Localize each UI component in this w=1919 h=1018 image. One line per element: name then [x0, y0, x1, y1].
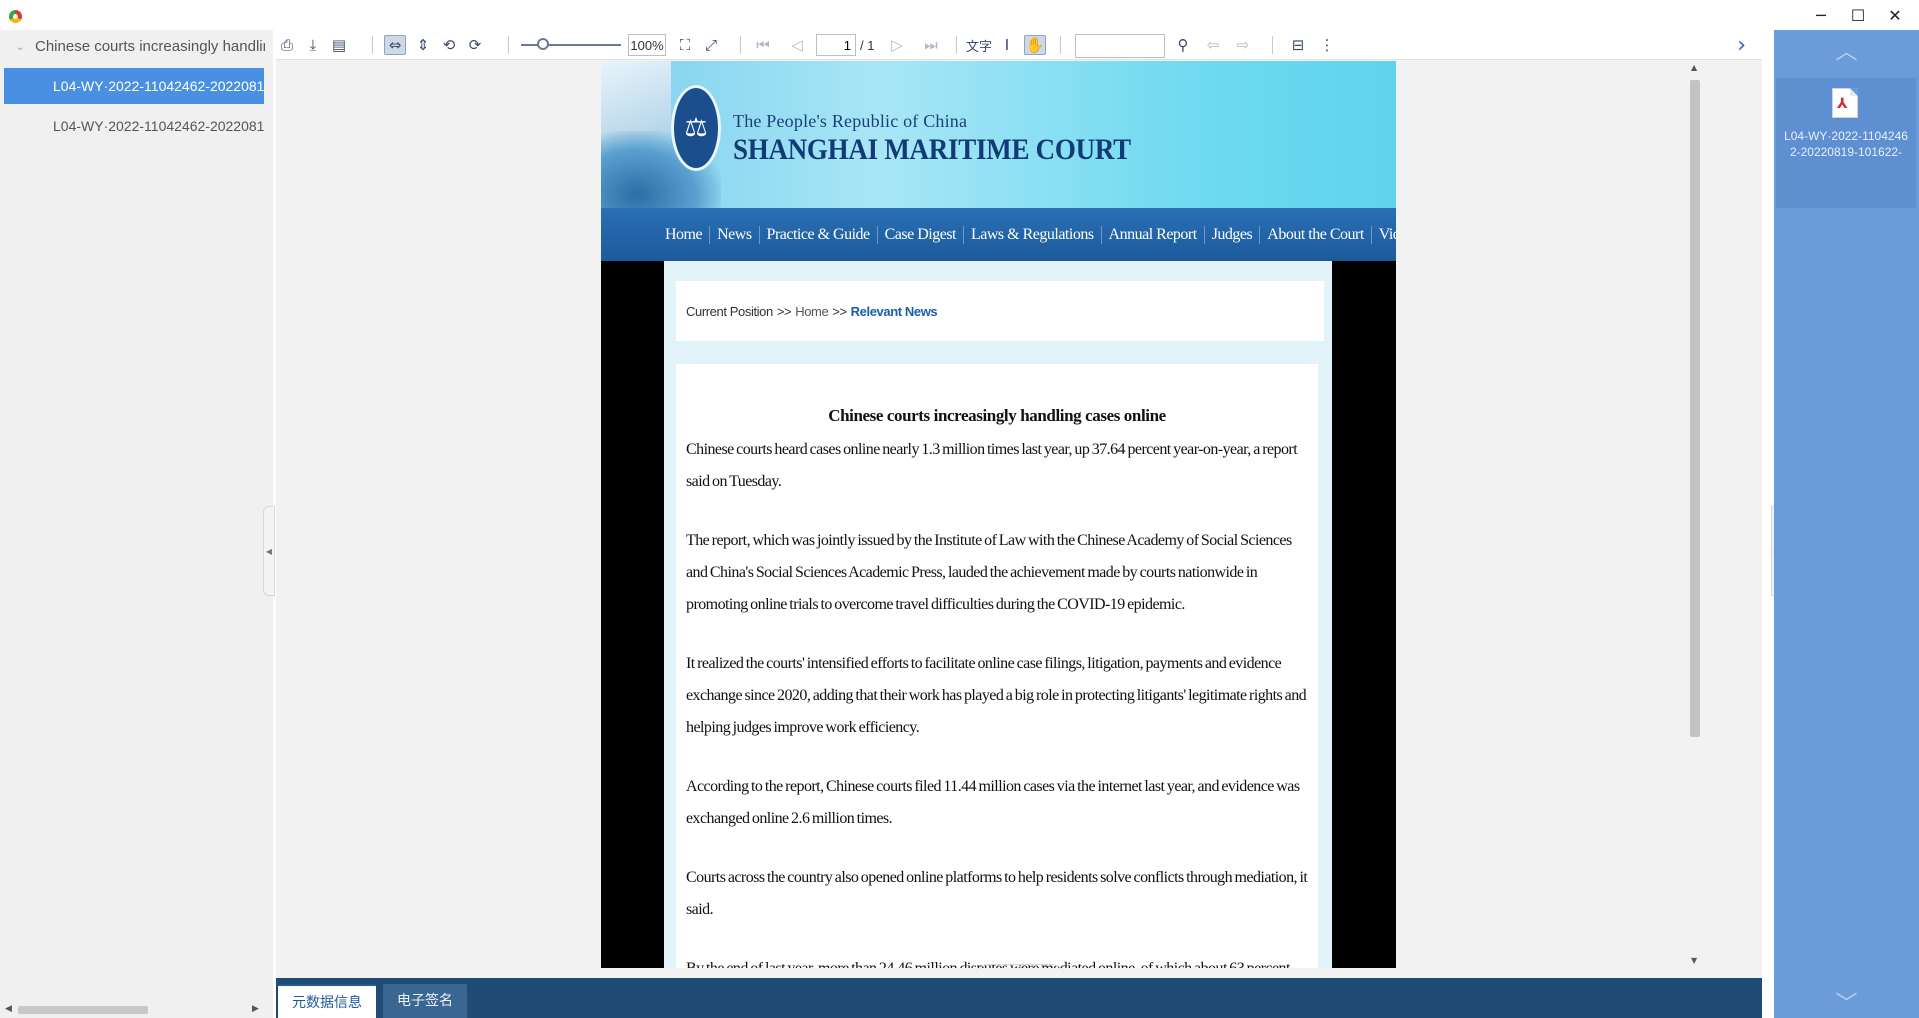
site-navigation: Home News Practice & Guide Case Digest L… — [601, 208, 1396, 261]
article-paragraph: According to the report, Chinese courts … — [686, 778, 1300, 827]
maximize-button[interactable]: ☐ — [1840, 0, 1876, 30]
scrollbar-thumb[interactable] — [1690, 80, 1700, 737]
prev-page-icon[interactable]: ◁ — [786, 35, 808, 55]
viewer-pane: ⎙ ⤓ ▤ ⇔ ⇕ ⟲ ⟳ 100% ⛶ ⤢ ⏮ ◁ / 1 ▷ ⏭ 文字 I … — [276, 30, 1762, 990]
viewer-toolbar: ⎙ ⤓ ▤ ⇔ ⇕ ⟲ ⟳ 100% ⛶ ⤢ ⏮ ◁ / 1 ▷ ⏭ 文字 I … — [276, 30, 1762, 60]
pdf-logo-icon: ⅄ — [1837, 96, 1848, 112]
breadcrumb: Current Position >> Home >> Relevant New… — [676, 281, 1324, 341]
print-icon[interactable]: ⎙ — [276, 35, 298, 55]
breadcrumb-separator: >> — [776, 303, 792, 319]
rotate-left-icon[interactable]: ⟲ — [438, 35, 460, 55]
document-canvas[interactable]: ⚖ The People's Republic of China SHANGHA… — [276, 61, 1716, 968]
text-cursor-icon[interactable]: I — [996, 35, 1018, 55]
tree-item-file-1[interactable]: L04-WY·2022-11042462-2022081 — [4, 68, 264, 104]
court-emblem-icon: ⚖ — [671, 85, 721, 171]
first-page-icon[interactable]: ⏮ — [752, 35, 774, 55]
fit-page-icon[interactable]: ⛶ — [674, 35, 696, 55]
site-nav-case-digest[interactable]: Case Digest — [876, 225, 963, 244]
breadcrumb-home[interactable]: Home — [795, 304, 828, 319]
toolbar-divider — [740, 36, 741, 54]
scroll-up-icon[interactable]: ▲ — [1691, 63, 1697, 72]
document-tree-panel: ⌄ Chinese courts increasingly handlin L0… — [0, 30, 273, 1018]
expand-right-icon[interactable]: › — [1737, 33, 1746, 58]
minimize-button[interactable]: ─ — [1803, 0, 1839, 30]
toolbar-divider — [1060, 36, 1061, 54]
scroll-right-icon[interactable]: ▶ — [252, 1004, 259, 1014]
banner-subtitle: The People's Republic of China — [733, 111, 968, 131]
thumbnail-panel: ︿ ⅄ L04-WY·2022-11042462-20220819-101622… — [1774, 30, 1919, 1018]
article-paragraph: It realized the courts' intensified effo… — [686, 655, 1307, 736]
chevron-down-icon[interactable]: ﹀ — [1774, 986, 1919, 1018]
article-paragraph: The report, which was jointly issued by … — [686, 532, 1292, 613]
search-icon[interactable]: ⚲ — [1172, 35, 1194, 55]
breadcrumb-current[interactable]: Relevant News — [851, 304, 938, 319]
next-page-icon[interactable]: ▷ — [886, 35, 908, 55]
chevron-up-icon[interactable]: ︿ — [1774, 34, 1919, 66]
article-paragraph: Chinese courts heard cases online nearly… — [686, 441, 1298, 490]
thumbnail-label: L04-WY·2022-11042462-20220819-101622- — [1784, 129, 1908, 159]
last-page-icon[interactable]: ⏭ — [920, 35, 942, 55]
site-nav-laws-regulations[interactable]: Laws & Regulations — [963, 225, 1101, 244]
zoom-slider-knob[interactable] — [537, 38, 549, 50]
tree-horizontal-scrollbar[interactable]: ◀ ▶ — [0, 1002, 265, 1018]
article-paragraph: Courts across the country also opened on… — [686, 869, 1308, 918]
text-select-icon[interactable]: 文字 — [966, 35, 992, 55]
site-nav-about-court[interactable]: About the Court — [1259, 225, 1371, 244]
toolbar-divider — [956, 36, 957, 54]
tab-metadata[interactable]: 元数据信息 — [278, 984, 376, 1018]
tree-collapse-icon[interactable]: ⌄ — [16, 42, 24, 53]
scroll-left-icon[interactable]: ◀ — [5, 1004, 12, 1014]
site-nav-home[interactable]: Home — [665, 226, 709, 244]
toolbar-divider — [508, 36, 509, 54]
document-vertical-scrollbar[interactable]: ▲ ▼ — [1686, 61, 1702, 968]
properties-icon[interactable]: ⊟ — [1287, 35, 1309, 55]
site-nav-videos[interactable]: Videos — [1370, 225, 1396, 244]
bottom-tab-bar: 元数据信息 电子签名 — [276, 978, 1762, 1018]
zoom-slider-track[interactable] — [521, 44, 621, 46]
article: Chinese courts increasingly handling cas… — [676, 364, 1318, 968]
tree-item-file-2[interactable]: L04-WY·2022-11042462-2022081 — [4, 108, 264, 144]
search-next-icon[interactable]: ⇨ — [1232, 35, 1254, 55]
zoom-level-field[interactable]: 100% — [628, 34, 666, 56]
site-nav-annual-report[interactable]: Annual Report — [1100, 225, 1204, 244]
scrollbar-thumb[interactable] — [18, 1006, 148, 1014]
tree-root-item[interactable]: Chinese courts increasingly handlin — [35, 38, 265, 55]
app-logo-icon — [9, 10, 22, 23]
collapse-left-panel-handle[interactable]: ◀ — [263, 506, 275, 596]
search-input[interactable] — [1075, 34, 1165, 58]
search-prev-icon[interactable]: ⇦ — [1202, 35, 1224, 55]
sidebar-icon[interactable]: ▤ — [328, 35, 350, 55]
site-banner: ⚖ The People's Republic of China SHANGHA… — [601, 61, 1396, 208]
page-number-input[interactable] — [816, 34, 856, 56]
fullscreen-icon[interactable]: ⤢ — [700, 35, 722, 55]
breadcrumb-prefix: Current Position — [686, 303, 773, 319]
title-bar: ─ ☐ ✕ — [0, 0, 1919, 30]
more-icon[interactable]: ⋮ — [1316, 35, 1338, 55]
rotate-right-icon[interactable]: ⟳ — [464, 35, 486, 55]
site-nav-practice-guide[interactable]: Practice & Guide — [758, 225, 877, 244]
content-area: Current Position >> Home >> Relevant New… — [664, 261, 1332, 968]
fit-height-icon[interactable]: ⇕ — [412, 35, 434, 55]
hand-tool-icon[interactable]: ✋ — [1024, 35, 1046, 55]
pdf-file-icon: ⅄ — [1832, 88, 1858, 118]
close-button[interactable]: ✕ — [1877, 0, 1913, 30]
tab-e-signature[interactable]: 电子签名 — [383, 984, 467, 1018]
site-nav-news[interactable]: News — [709, 225, 758, 244]
download-icon[interactable]: ⤓ — [302, 35, 324, 55]
breadcrumb-separator: >> — [832, 303, 847, 319]
site-nav-judges[interactable]: Judges — [1203, 225, 1260, 244]
toolbar-divider — [372, 36, 373, 54]
document-page: ⚖ The People's Republic of China SHANGHA… — [601, 61, 1396, 968]
bottom-panel-handle[interactable]: ⌃ — [975, 964, 1065, 978]
article-title: Chinese courts increasingly handling cas… — [828, 406, 1166, 425]
fit-width-icon[interactable]: ⇔ — [384, 35, 406, 55]
scroll-down-icon[interactable]: ▼ — [1691, 956, 1697, 965]
banner-title: SHANGHAI MARITIME COURT — [733, 133, 1131, 166]
toolbar-divider — [1272, 36, 1273, 54]
page-total-label: / 1 — [860, 38, 875, 53]
file-thumbnail[interactable]: ⅄ L04-WY·2022-11042462-20220819-101622- — [1776, 78, 1916, 208]
